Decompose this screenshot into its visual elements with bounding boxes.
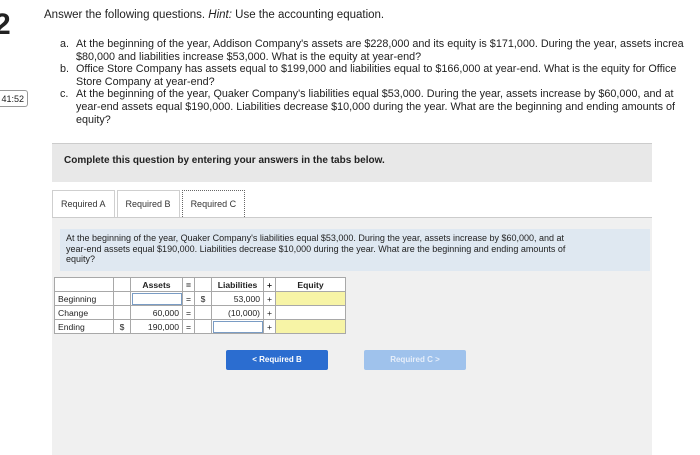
hint-text: Use the accounting equation. [231, 9, 385, 21]
header-blank [194, 277, 213, 292]
liability-dollar-sign [194, 305, 213, 320]
description-line: At the beginning of the year, Quaker Com… [66, 233, 565, 243]
row-label: Change [54, 305, 114, 320]
question-line: equity? [76, 113, 111, 126]
header-liabilities: Liabilities [211, 277, 265, 292]
liability-dollar-sign [194, 319, 213, 334]
next-required-c-button[interactable]: Required C > [364, 350, 466, 370]
question-a: a. At the beginning of the year, Addison… [60, 38, 700, 63]
instructions-lead: Answer the following questions. [44, 9, 209, 21]
question-line: At the beginning of the year, Quaker Com… [76, 88, 674, 101]
header-equals: = [181, 277, 196, 292]
question-line: $80,000 and liabilities increase $53,000… [76, 50, 422, 63]
beginning-equity-input[interactable] [275, 291, 347, 306]
tab-required-c[interactable]: Required C [181, 190, 246, 217]
prev-required-b-button[interactable]: < Required B [226, 350, 328, 370]
problem-description: At the beginning of the year, Quaker Com… [60, 229, 650, 271]
header-assets: Assets [130, 277, 183, 292]
question-list: a. At the beginning of the year, Addison… [60, 38, 700, 126]
tab-bar: Required A Required B Required C [52, 190, 247, 217]
question-b: b. Office Store Company has assets equal… [60, 63, 700, 88]
question-label: c. [60, 88, 69, 101]
table-header: Assets = Liabilities + Equity [54, 277, 347, 292]
question-line: year-end assets equal $190,000. Liabilit… [76, 100, 676, 113]
equals-sign: = [181, 319, 196, 334]
header-equity: Equity [275, 277, 347, 292]
instructions: Answer the following questions. Hint: Us… [44, 9, 384, 21]
change-liabilities-value: (10,000) [211, 305, 265, 320]
liability-dollar-sign: $ [194, 291, 213, 306]
plus-sign: + [263, 291, 277, 306]
question-number: 2 [0, 8, 11, 41]
change-assets-value: 60,000 [130, 305, 183, 320]
beginning-liabilities-value: 53,000 [211, 291, 265, 306]
header-blank [54, 277, 114, 292]
plus-sign: + [263, 305, 277, 320]
beginning-assets-input[interactable] [130, 291, 183, 306]
equals-sign: = [181, 291, 196, 306]
asset-dollar-sign [113, 305, 131, 320]
accounting-equation-table: Assets = Liabilities + Equity Beginning … [54, 277, 347, 334]
table-row-ending: Ending $ 190,000 = + [54, 319, 347, 334]
tab-required-a[interactable]: Required A [52, 190, 115, 217]
question-label: a. [60, 38, 70, 50]
change-equity-input[interactable] [275, 305, 347, 320]
table-row-beginning: Beginning = $ 53,000 + [54, 291, 347, 306]
ending-equity-input[interactable] [275, 319, 347, 334]
instruction-panel: Complete this question by entering your … [52, 143, 652, 182]
timer: 41:52 [0, 90, 28, 107]
table-row-change: Change 60,000 = (10,000) + [54, 305, 347, 320]
row-label: Ending [54, 319, 114, 334]
description-line: year-end assets equal $190,000. Liabilit… [66, 243, 566, 254]
ending-assets-value: 190,000 [130, 319, 183, 334]
hint-label: Hint: [208, 9, 232, 21]
plus-sign: + [263, 319, 277, 334]
question-line: Store Company at year-end? [76, 75, 215, 88]
asset-dollar-sign: $ [113, 319, 131, 334]
question-label: b. [60, 63, 70, 76]
row-label: Beginning [54, 291, 114, 306]
equals-sign: = [181, 305, 196, 320]
question-line: Office Store Company has assets equal to… [76, 63, 677, 76]
tab-required-b[interactable]: Required B [116, 190, 180, 217]
header-blank [113, 277, 131, 292]
header-plus: + [263, 277, 277, 292]
ending-liabilities-input[interactable] [211, 319, 265, 334]
asset-dollar-sign [113, 291, 131, 306]
description-line: equity? [66, 254, 96, 264]
question-c: c. At the beginning of the year, Quaker … [60, 88, 700, 126]
question-line: At the beginning of the year, Addison Co… [76, 38, 684, 50]
panel-text: Complete this question by entering your … [64, 155, 385, 166]
